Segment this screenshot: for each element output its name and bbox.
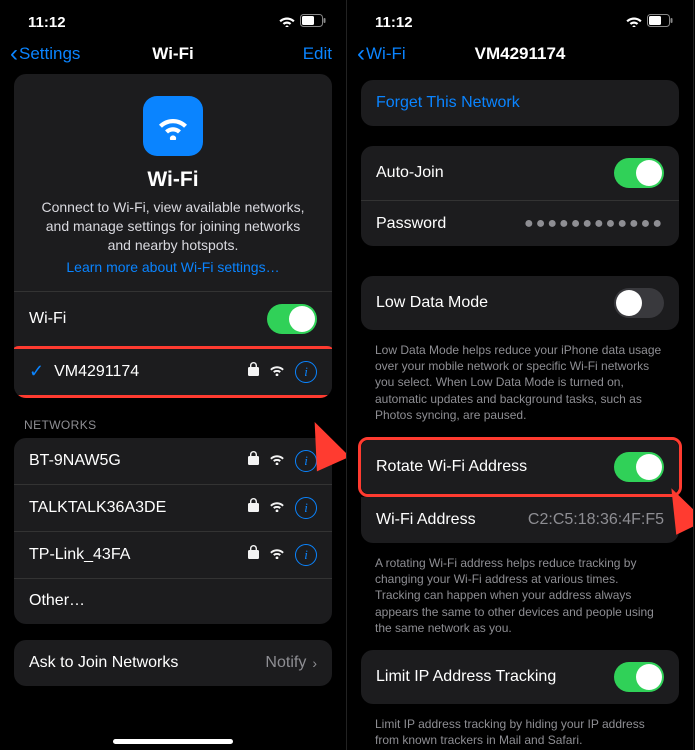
wifi-address-value: C2:C5:18:36:4F:F5	[528, 511, 664, 529]
networks-list: BT-9NAW5G i TALKTALK36A3DE i TP-Link_43F…	[14, 438, 332, 624]
limit-ip-description: Limit IP address tracking by hiding your…	[361, 710, 679, 750]
intro-description: Connect to Wi-Fi, view available network…	[34, 198, 312, 255]
forget-network-button[interactable]: Forget This Network	[361, 80, 679, 126]
wifi-master-toggle-row: Wi-Fi	[14, 291, 332, 346]
network-row[interactable]: TP-Link_43FA i	[14, 531, 332, 578]
status-bar: 11:12	[347, 0, 693, 36]
autojoin-card: Auto-Join Password ●●●●●●●●●●●●	[361, 146, 679, 246]
lock-icon	[248, 362, 259, 381]
intro-title: Wi-Fi	[34, 168, 312, 192]
limit-ip-toggle[interactable]	[614, 662, 664, 692]
wifi-status-icon	[279, 14, 295, 31]
networks-header: NETWORKS	[14, 414, 332, 438]
lowdata-description: Low Data Mode helps reduce your iPhone d…	[361, 336, 679, 437]
limit-ip-row: Limit IP Address Tracking	[361, 650, 679, 704]
wifi-settings-screen: 11:12 ‹ Settings Wi-Fi Edit Wi-Fi Connec…	[0, 0, 347, 750]
info-icon[interactable]: i	[295, 497, 317, 519]
network-row[interactable]: BT-9NAW5G i	[14, 438, 332, 484]
network-row[interactable]: TALKTALK36A3DE i	[14, 484, 332, 531]
chevron-right-icon: ›	[312, 655, 317, 671]
rotate-highlight: Rotate Wi-Fi Address	[358, 437, 682, 497]
chevron-left-icon: ‹	[357, 44, 365, 63]
ask-join-card: Ask to Join Networks Notify ›	[14, 640, 332, 686]
checkmark-icon: ✓	[29, 361, 44, 382]
ask-join-row[interactable]: Ask to Join Networks Notify ›	[14, 640, 332, 686]
wifi-address-card: Wi-Fi Address C2:C5:18:36:4F:F5	[361, 497, 679, 543]
status-bar: 11:12	[0, 0, 346, 36]
battery-status-icon	[647, 14, 673, 31]
lowdata-toggle[interactable]	[614, 288, 664, 318]
back-button[interactable]: ‹ Settings	[10, 44, 80, 64]
nav-bar: ‹ Settings Wi-Fi Edit	[0, 36, 346, 74]
limit-ip-card: Limit IP Address Tracking	[361, 650, 679, 704]
rotate-description: A rotating Wi-Fi address helps reduce tr…	[361, 549, 679, 650]
autojoin-toggle[interactable]	[614, 158, 664, 188]
status-time: 11:12	[28, 14, 66, 31]
connected-network-highlight: ✓ VM4291174 i	[14, 346, 332, 398]
network-details-screen: 11:12 ‹ Wi-Fi VM4291174 Forget This Netw…	[347, 0, 694, 750]
status-time: 11:12	[375, 14, 413, 31]
edit-button[interactable]: Edit	[303, 44, 332, 64]
forget-card: Forget This Network	[361, 80, 679, 126]
chevron-left-icon: ‹	[10, 44, 18, 63]
learn-more-link[interactable]: Learn more about Wi-Fi settings…	[34, 259, 312, 275]
info-icon[interactable]: i	[295, 450, 317, 472]
home-indicator[interactable]	[113, 739, 233, 744]
battery-status-icon	[300, 14, 326, 31]
back-button[interactable]: ‹ Wi-Fi	[357, 44, 406, 64]
wifi-signal-icon	[269, 546, 285, 564]
autojoin-row: Auto-Join	[361, 146, 679, 200]
lock-icon	[248, 498, 259, 517]
wifi-intro-card: Wi-Fi Connect to Wi-Fi, view available n…	[14, 74, 332, 398]
rotate-wifi-row: Rotate Wi-Fi Address	[361, 440, 679, 494]
wifi-signal-icon	[269, 363, 285, 381]
lowdata-card: Low Data Mode	[361, 276, 679, 330]
wifi-signal-icon	[269, 452, 285, 470]
wifi-toggle[interactable]	[267, 304, 317, 334]
wifi-address-row: Wi-Fi Address C2:C5:18:36:4F:F5	[361, 497, 679, 543]
nav-bar: ‹ Wi-Fi VM4291174	[347, 36, 693, 74]
password-value: ●●●●●●●●●●●●	[524, 215, 664, 233]
rotate-wifi-toggle[interactable]	[614, 452, 664, 482]
info-icon[interactable]: i	[295, 361, 317, 383]
wifi-app-icon	[143, 96, 203, 156]
lock-icon	[248, 545, 259, 564]
wifi-signal-icon	[269, 499, 285, 517]
other-network-row[interactable]: Other…	[14, 578, 332, 624]
lowdata-row: Low Data Mode	[361, 276, 679, 330]
password-row[interactable]: Password ●●●●●●●●●●●●	[361, 200, 679, 246]
lock-icon	[248, 451, 259, 470]
wifi-status-icon	[626, 14, 642, 31]
info-icon[interactable]: i	[295, 544, 317, 566]
connected-network-row[interactable]: ✓ VM4291174 i	[14, 349, 332, 395]
